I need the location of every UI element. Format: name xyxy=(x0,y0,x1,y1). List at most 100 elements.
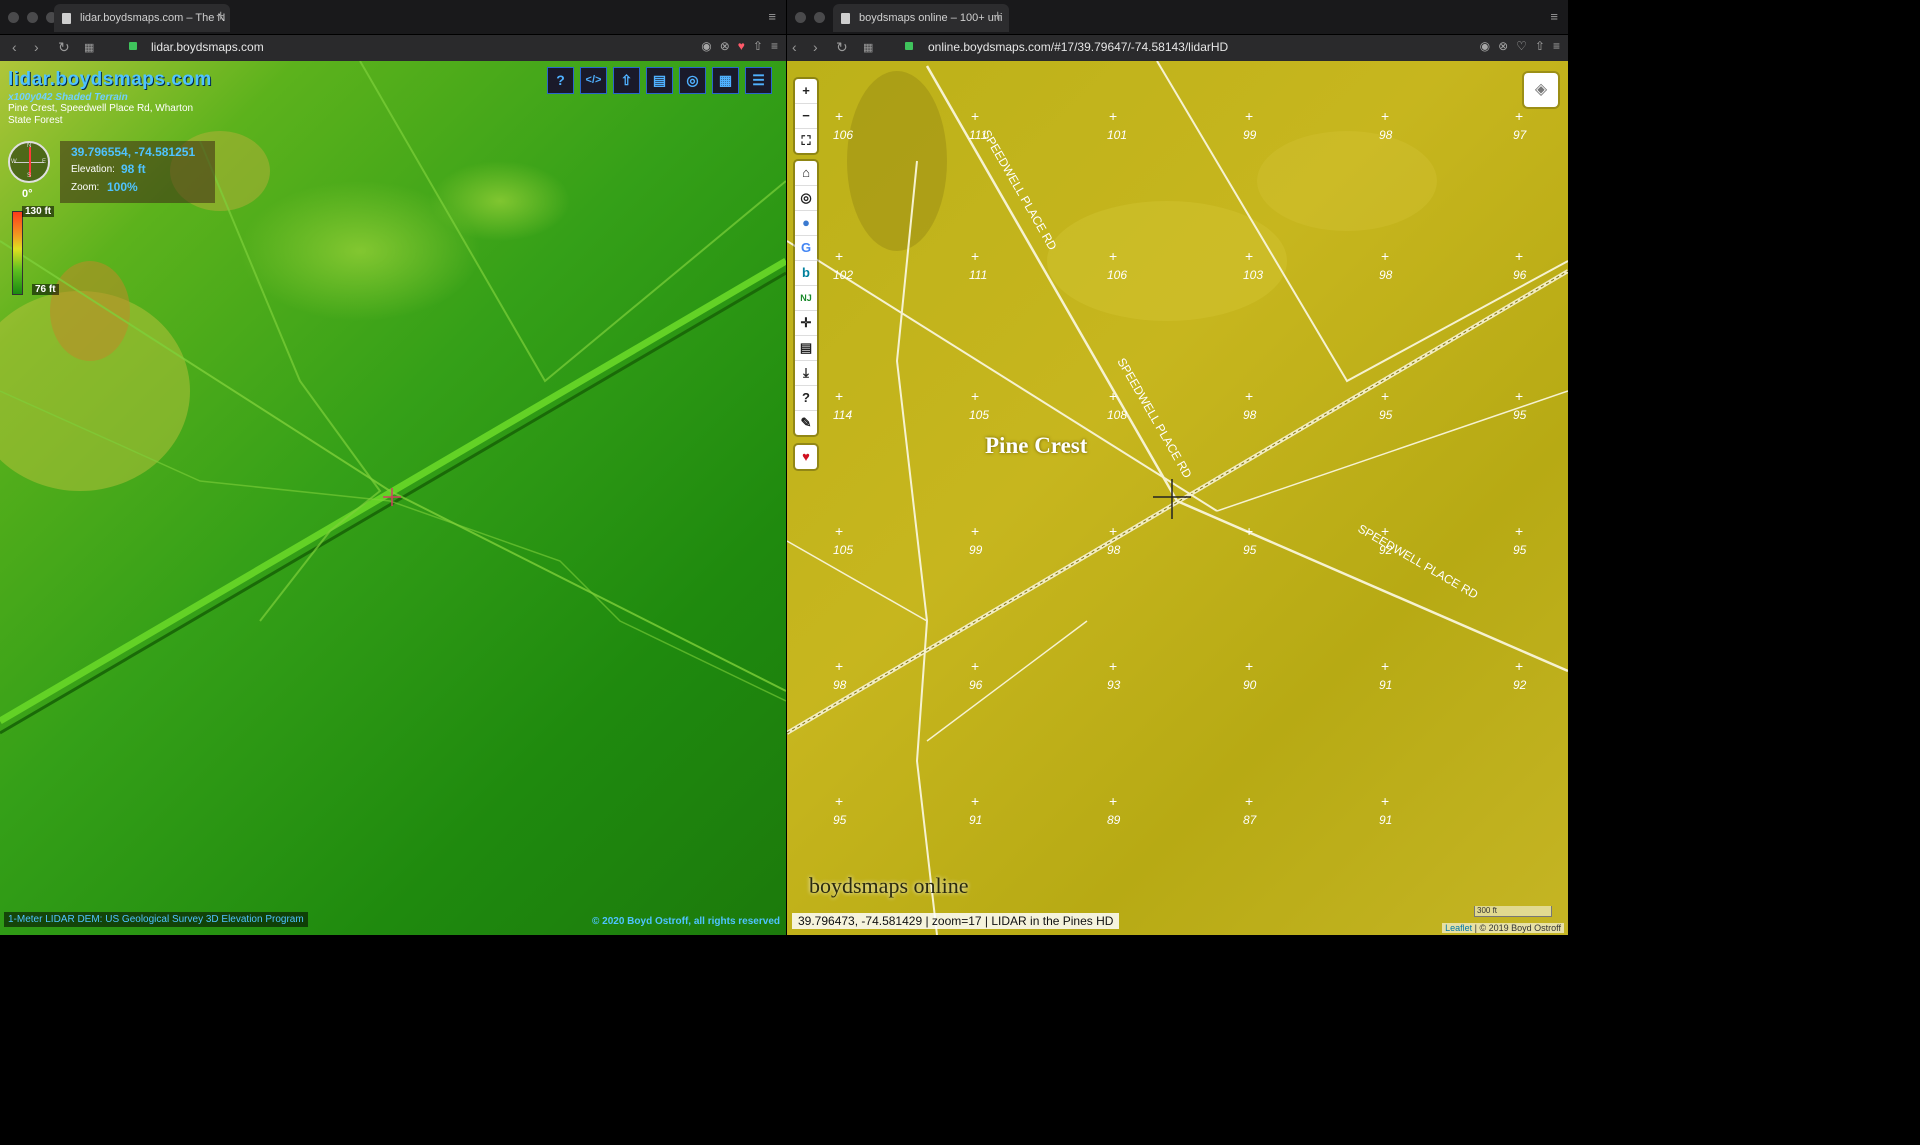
status-bar: 39.796473, -74.581429 | zoom=17 | LIDAR … xyxy=(792,913,1120,929)
elevation-mark-cross: + xyxy=(1515,388,1523,404)
locate-icon[interactable]: ◎ xyxy=(795,186,817,211)
document-icon[interactable]: ▤ xyxy=(795,336,817,361)
elevation-mark: 98 xyxy=(1379,128,1393,142)
data-credit[interactable]: 1-Meter LIDAR DEM: US Geological Survey … xyxy=(4,912,308,927)
zoom-out-button[interactable]: − xyxy=(795,104,817,129)
elevation-mark: 95 xyxy=(833,813,847,827)
elevation-mark: 98 xyxy=(1107,543,1121,557)
elevation-mark-cross: + xyxy=(971,523,979,539)
tab-overview-icon[interactable]: ≡ xyxy=(1550,9,1558,24)
fullscreen-icon[interactable]: ⛶ xyxy=(795,129,817,153)
reload-button[interactable]: ↻ xyxy=(58,39,70,56)
elevation-mark-cross: + xyxy=(1245,248,1253,264)
globe-icon[interactable]: ● xyxy=(795,211,817,236)
heart-icon[interactable]: ♥ xyxy=(795,445,817,469)
address-bar[interactable]: lidar.boydsmaps.com xyxy=(151,40,264,54)
elevation-mark: 97 xyxy=(1513,128,1528,142)
elevation-mark: 91 xyxy=(1379,678,1392,692)
forward-button[interactable]: › xyxy=(34,39,39,55)
lidar-map-view[interactable]: lidar.boydsmaps.com x100y042 Shaded Terr… xyxy=(0,61,786,935)
coordinates: 39.796554, -74.581251 xyxy=(71,145,196,159)
elevation-mark-cross: + xyxy=(1515,523,1523,539)
close-window-button[interactable] xyxy=(795,12,806,23)
crosshair-icon[interactable]: ✛ xyxy=(795,311,817,336)
heading-readout: 0° xyxy=(22,188,33,200)
minimize-window-button[interactable] xyxy=(814,12,825,23)
zoom-in-button[interactable]: + xyxy=(795,79,817,104)
tab-overview-icon[interactable]: ≡ xyxy=(768,9,776,24)
compass-icon[interactable]: N W E S xyxy=(8,141,50,183)
menu-icon[interactable]: ≡ xyxy=(771,39,778,53)
grid-button[interactable]: ▦ xyxy=(712,67,739,94)
share-button[interactable]: ⇧ xyxy=(613,67,640,94)
elevation-value: 98 ft xyxy=(121,162,146,176)
share-icon[interactable]: ⇧ xyxy=(753,39,763,53)
forward-button[interactable]: › xyxy=(813,39,818,55)
heart-icon[interactable]: ♥ xyxy=(738,39,745,53)
elevation-mark: 93 xyxy=(1107,678,1121,692)
place-label: Pine Crest xyxy=(985,433,1088,458)
lock-icon xyxy=(905,42,913,50)
elevation-mark-cross: + xyxy=(835,658,843,674)
road-label: SPEEDWELL PLACE RD xyxy=(979,128,1059,253)
wrench-icon[interactable]: ✎ xyxy=(795,411,817,435)
speed-dial-icon[interactable]: ▦ xyxy=(84,41,94,54)
home-icon[interactable]: ⌂ xyxy=(795,161,817,186)
elevation-mark: 106 xyxy=(833,128,853,142)
scale-max-label: 130 ft xyxy=(22,206,55,217)
elevation-mark-cross: + xyxy=(1109,658,1117,674)
elevation-mark-cross: + xyxy=(1109,248,1117,264)
elevation-mark: 90 xyxy=(1243,678,1257,692)
block-icon[interactable]: ⊗ xyxy=(720,39,730,53)
heart-outline-icon[interactable]: ♡ xyxy=(1516,39,1527,53)
address-bar[interactable]: online.boydsmaps.com/#17/39.79647/-74.58… xyxy=(928,40,1228,54)
elevation-mark: 98 xyxy=(833,678,847,692)
globe-button[interactable]: ◎ xyxy=(679,67,706,94)
layers-icon[interactable]: ◈ xyxy=(1524,73,1558,107)
compass-south-glyph: S xyxy=(27,173,32,179)
help-button[interactable]: ? xyxy=(547,67,574,94)
leaflet-map-view[interactable]: SPEEDWELL PLACE RD SPEEDWELL PLACE RD SP… xyxy=(787,61,1568,935)
new-tab-button[interactable]: + xyxy=(216,8,225,26)
back-button[interactable]: ‹ xyxy=(792,39,797,55)
leaflet-link[interactable]: Leaflet xyxy=(1445,923,1472,933)
close-window-button[interactable] xyxy=(8,12,19,23)
new-tab-button[interactable]: + xyxy=(993,8,1002,26)
elevation-mark-cross: + xyxy=(835,388,843,404)
browser-tab[interactable]: lidar.boydsmaps.com – The N xyxy=(54,4,230,32)
settings-button[interactable]: ☰ xyxy=(745,67,772,94)
elevation-mark: 114 xyxy=(833,408,852,422)
help-icon[interactable]: ? xyxy=(795,386,817,411)
njpb-icon[interactable]: NJ xyxy=(795,286,817,311)
elevation-color-scale xyxy=(12,211,23,295)
elevation-mark-cross: + xyxy=(971,248,979,264)
compass-east-glyph: E xyxy=(42,159,47,165)
camera-icon[interactable]: ◉ xyxy=(1480,39,1490,53)
scale-min-label: 76 ft xyxy=(32,284,59,295)
elevation-mark: 108 xyxy=(1107,408,1127,422)
camera-icon[interactable]: ◉ xyxy=(701,39,711,53)
elevation-mark: 102 xyxy=(833,268,853,282)
minimize-window-button[interactable] xyxy=(27,12,38,23)
elevation-mark-cross: + xyxy=(1515,108,1523,124)
elevation-mark: 105 xyxy=(969,408,989,422)
embed-code-button[interactable]: </> xyxy=(580,67,607,94)
back-button[interactable]: ‹ xyxy=(12,39,17,55)
elevation-mark-cross: + xyxy=(1245,108,1253,124)
menu-icon[interactable]: ≡ xyxy=(1553,39,1560,53)
speed-dial-icon[interactable]: ▦ xyxy=(863,41,873,54)
reload-button[interactable]: ↻ xyxy=(836,39,848,56)
elevation-mark: 106 xyxy=(1107,268,1127,282)
google-icon[interactable]: G xyxy=(795,236,817,261)
elevation-mark-cross: + xyxy=(835,793,843,809)
document-button[interactable]: ▤ xyxy=(646,67,673,94)
browser-tab[interactable]: boydsmaps online – 100+ uni xyxy=(833,4,1009,32)
bing-icon[interactable]: b xyxy=(795,261,817,286)
download-icon[interactable]: ⤓ xyxy=(795,361,817,386)
compass-north-glyph: N xyxy=(27,143,32,149)
share-icon[interactable]: ⇧ xyxy=(1535,39,1545,53)
block-icon[interactable]: ⊗ xyxy=(1498,39,1508,53)
elevation-mark-cross: + xyxy=(1245,793,1253,809)
elevation-mark: 101 xyxy=(1107,128,1127,142)
site-title[interactable]: lidar.boydsmaps.com xyxy=(8,69,214,91)
